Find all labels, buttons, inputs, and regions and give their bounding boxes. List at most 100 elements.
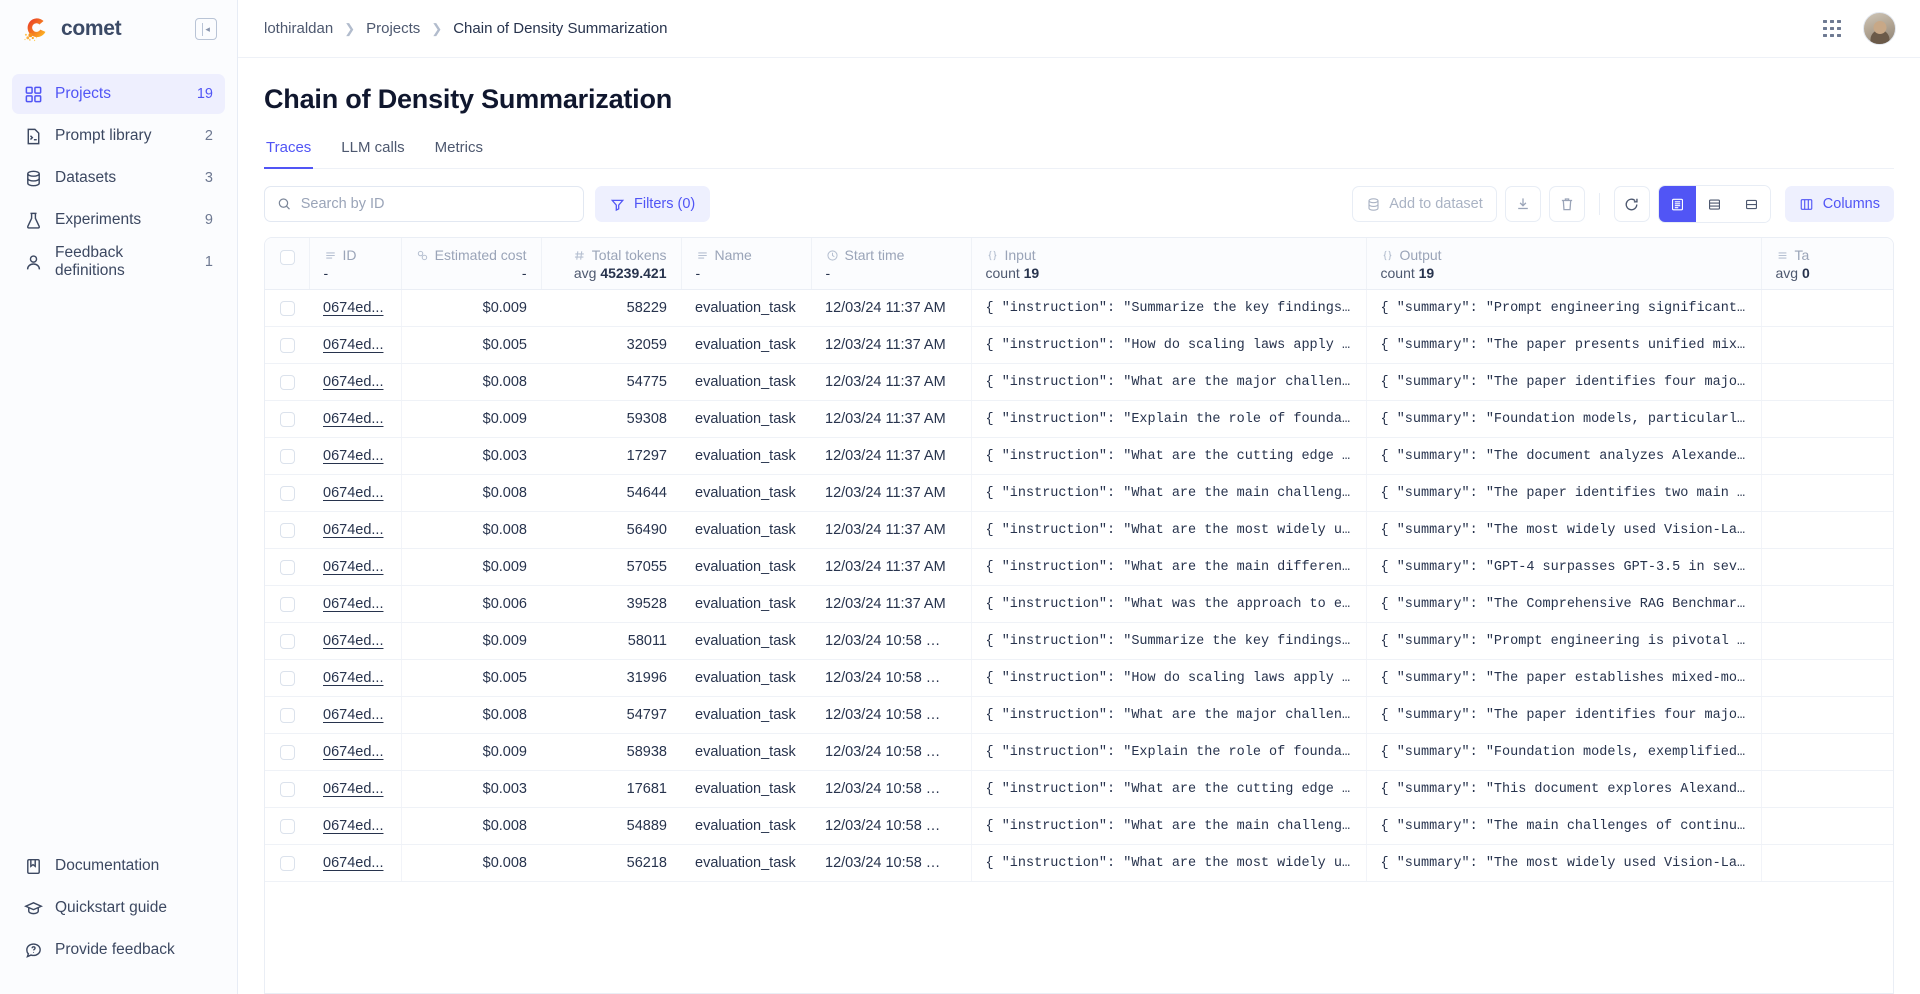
row-checkbox[interactable] — [280, 412, 295, 427]
toolbar-left: Filters (0) — [264, 186, 710, 222]
table-row[interactable]: 0674ed...$0.00854644evaluation_task12/03… — [265, 475, 1894, 512]
column-header-total-tokens[interactable]: Total tokens avg 45239.421 — [541, 238, 681, 290]
trace-id-link[interactable]: 0674ed... — [323, 818, 383, 834]
apps-grid-icon[interactable] — [1823, 20, 1841, 38]
comet-logo[interactable]: comet — [22, 14, 121, 44]
row-checkbox[interactable] — [280, 782, 295, 797]
rows-short-button[interactable] — [1733, 186, 1770, 222]
cell-estimated-cost: $0.008 — [401, 364, 541, 401]
trace-id-link[interactable]: 0674ed... — [323, 707, 383, 723]
row-checkbox[interactable] — [280, 338, 295, 353]
table-row[interactable]: 0674ed...$0.00639528evaluation_task12/03… — [265, 586, 1894, 623]
breadcrumb-item-projects[interactable]: Projects — [366, 20, 420, 37]
add-to-dataset-button[interactable]: Add to dataset — [1352, 186, 1497, 222]
cell-name: evaluation_task — [681, 845, 811, 882]
column-header-output[interactable]: Output count 19 — [1366, 238, 1761, 290]
table-row[interactable]: 0674ed...$0.00531996evaluation_task12/03… — [265, 660, 1894, 697]
row-checkbox[interactable] — [280, 597, 295, 612]
download-button[interactable] — [1505, 186, 1541, 222]
sidebar-item-feedback-definitions[interactable]: Feedback definitions 1 — [12, 242, 225, 282]
column-header-tags[interactable]: Ta avg 0 — [1761, 238, 1894, 290]
row-checkbox[interactable] — [280, 708, 295, 723]
table-row[interactable]: 0674ed...$0.00317681evaluation_task12/03… — [265, 771, 1894, 808]
table-row[interactable]: 0674ed...$0.00856490evaluation_task12/03… — [265, 512, 1894, 549]
table-row[interactable]: 0674ed...$0.00856218evaluation_task12/03… — [265, 845, 1894, 882]
row-checkbox[interactable] — [280, 856, 295, 871]
table-row[interactable]: 0674ed...$0.00854797evaluation_task12/03… — [265, 697, 1894, 734]
tab-metrics[interactable]: Metrics — [433, 133, 485, 169]
trace-id-link[interactable]: 0674ed... — [323, 411, 383, 427]
rows-medium-button[interactable] — [1696, 186, 1733, 222]
breadcrumb-item-workspace[interactable]: lothiraldan — [264, 20, 333, 37]
table-row[interactable]: 0674ed...$0.00959308evaluation_task12/03… — [265, 401, 1894, 438]
aggregate-label: count — [1381, 265, 1415, 281]
trace-id-link[interactable]: 0674ed... — [323, 670, 383, 686]
row-checkbox[interactable] — [280, 449, 295, 464]
trace-id-link[interactable]: 0674ed... — [323, 337, 383, 353]
trace-id-link[interactable]: 0674ed... — [323, 781, 383, 797]
row-checkbox[interactable] — [280, 819, 295, 834]
cell-estimated-cost: $0.008 — [401, 845, 541, 882]
row-checkbox[interactable] — [280, 301, 295, 316]
table-row[interactable]: 0674ed...$0.00532059evaluation_task12/03… — [265, 327, 1894, 364]
trace-id-link[interactable]: 0674ed... — [323, 633, 383, 649]
table-row[interactable]: 0674ed...$0.00854775evaluation_task12/03… — [265, 364, 1894, 401]
row-checkbox[interactable] — [280, 560, 295, 575]
row-select-cell — [265, 660, 309, 697]
row-checkbox[interactable] — [280, 523, 295, 538]
cell-total-tokens: 58229 — [541, 290, 681, 327]
row-checkbox[interactable] — [280, 375, 295, 390]
column-header-estimated-cost[interactable]: Estimated cost - — [401, 238, 541, 290]
sidebar-collapse-button[interactable]: ◂ — [195, 18, 217, 40]
column-header-start-time[interactable]: Start time - — [811, 238, 971, 290]
trace-id-link[interactable]: 0674ed... — [323, 744, 383, 760]
cell-id: 0674ed... — [309, 697, 401, 734]
filters-button[interactable]: Filters (0) — [595, 186, 710, 222]
table-row[interactable]: 0674ed...$0.00854889evaluation_task12/03… — [265, 808, 1894, 845]
row-checkbox[interactable] — [280, 634, 295, 649]
trace-id-link[interactable]: 0674ed... — [323, 448, 383, 464]
table-row[interactable]: 0674ed...$0.00958938evaluation_task12/03… — [265, 734, 1894, 771]
tab-bar: Traces LLM calls Metrics — [264, 133, 1894, 169]
search-input-wrapper[interactable] — [264, 186, 584, 222]
column-header-name[interactable]: Name - — [681, 238, 811, 290]
select-all-checkbox[interactable] — [280, 250, 295, 265]
row-checkbox[interactable] — [280, 671, 295, 686]
trace-id-link[interactable]: 0674ed... — [323, 855, 383, 871]
trace-id-link[interactable]: 0674ed... — [323, 522, 383, 538]
tab-llm-calls[interactable]: LLM calls — [339, 133, 406, 169]
column-header-id[interactable]: ID - — [309, 238, 401, 290]
refresh-button[interactable] — [1614, 186, 1650, 222]
table-row[interactable]: 0674ed...$0.00958011evaluation_task12/03… — [265, 623, 1894, 660]
sidebar-item-documentation[interactable]: Documentation — [12, 846, 225, 886]
rows-tall-button[interactable] — [1659, 186, 1696, 222]
trace-id-link[interactable]: 0674ed... — [323, 374, 383, 390]
trace-id-link[interactable]: 0674ed... — [323, 300, 383, 316]
avatar[interactable] — [1863, 12, 1896, 45]
trace-id-link[interactable]: 0674ed... — [323, 596, 383, 612]
trace-id-link[interactable]: 0674ed... — [323, 559, 383, 575]
column-header-input[interactable]: Input count 19 — [971, 238, 1366, 290]
column-aggregate: avg 0 — [1776, 265, 1895, 281]
sidebar-item-datasets[interactable]: Datasets 3 — [12, 158, 225, 198]
tab-traces[interactable]: Traces — [264, 133, 313, 169]
sidebar-item-projects[interactable]: Projects 19 — [12, 74, 225, 114]
traces-table-container[interactable]: ID - Estimated cost - — [264, 237, 1894, 994]
delete-button[interactable] — [1549, 186, 1585, 222]
columns-button[interactable]: Columns — [1785, 186, 1894, 222]
sidebar-item-prompt-library[interactable]: Prompt library 2 — [12, 116, 225, 156]
trace-id-link[interactable]: 0674ed... — [323, 485, 383, 501]
sidebar-item-quickstart-guide[interactable]: Quickstart guide — [12, 888, 225, 928]
sidebar-item-experiments[interactable]: Experiments 9 — [12, 200, 225, 240]
search-input[interactable] — [301, 196, 571, 212]
table-row[interactable]: 0674ed...$0.00957055evaluation_task12/03… — [265, 549, 1894, 586]
cell-estimated-cost: $0.003 — [401, 438, 541, 475]
table-row[interactable]: 0674ed...$0.00958229evaluation_task12/03… — [265, 290, 1894, 327]
cell-start-time: 12/03/24 10:58 … — [811, 845, 971, 882]
cell-input: { "instruction": "Explain the role of fo… — [971, 401, 1366, 438]
table-row[interactable]: 0674ed...$0.00317297evaluation_task12/03… — [265, 438, 1894, 475]
row-checkbox[interactable] — [280, 745, 295, 760]
sidebar-item-provide-feedback[interactable]: Provide feedback — [12, 930, 225, 970]
cell-start-time: 12/03/24 11:37 AM — [811, 475, 971, 512]
row-checkbox[interactable] — [280, 486, 295, 501]
